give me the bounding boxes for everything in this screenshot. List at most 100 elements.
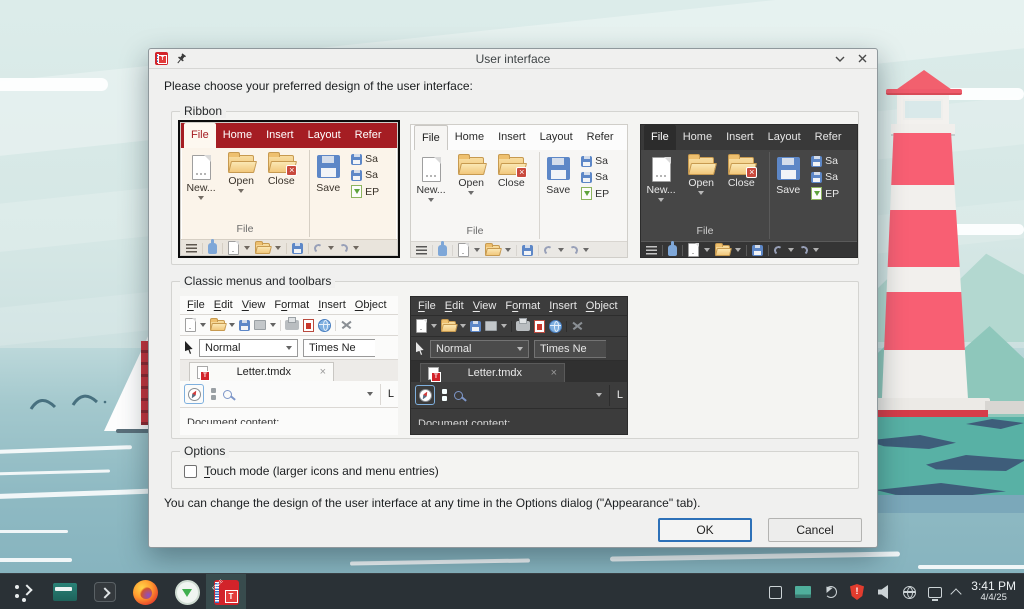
firefox-button[interactable] bbox=[126, 574, 164, 609]
dolphins bbox=[25, 385, 115, 415]
launcher-arrow-icon bbox=[21, 584, 32, 595]
menu-bar: FileEditViewFormatInsertObject bbox=[180, 296, 398, 315]
touch-mode-label: Touch mode (larger icons and menu entrie… bbox=[204, 464, 439, 478]
pdf-export-icon bbox=[303, 319, 314, 332]
lighthouse-window bbox=[903, 99, 943, 120]
preview-tab: File bbox=[184, 123, 216, 148]
dialog-titlebar[interactable]: User interface bbox=[149, 49, 877, 69]
desktop: User interface Please choose your prefer… bbox=[0, 0, 1024, 609]
volume-tray-item[interactable] bbox=[870, 574, 896, 609]
clock[interactable]: 3:41 PM 4/4/25 bbox=[971, 574, 1016, 609]
options-groupbox: Options Touch mode (larger icons and men… bbox=[171, 451, 859, 489]
redo-icon bbox=[798, 245, 808, 255]
sidebar-navigator-button bbox=[184, 384, 204, 404]
cursor-icon bbox=[185, 341, 194, 354]
shade-button[interactable] bbox=[831, 51, 849, 67]
speaker-icon bbox=[878, 585, 888, 599]
new-button-preview: New... bbox=[181, 148, 221, 223]
wave bbox=[0, 530, 68, 533]
menu-insert: Insert bbox=[549, 300, 577, 312]
dialog-intro-text: Please choose your preferred design of t… bbox=[164, 79, 473, 93]
document-tab: Letter.tmdx × bbox=[189, 362, 334, 381]
menu-format: Format bbox=[505, 300, 540, 312]
tab-close-icon: × bbox=[320, 367, 326, 378]
free-badge: FREE bbox=[211, 578, 224, 591]
file-manager-button[interactable] bbox=[46, 574, 84, 609]
clipboard-tray-item[interactable] bbox=[790, 574, 816, 609]
cancel-button[interactable]: Cancel bbox=[768, 518, 862, 542]
panel-list-icon bbox=[211, 388, 216, 400]
epub-icon bbox=[581, 187, 592, 200]
style-combobox: Normal bbox=[430, 340, 529, 358]
tray-expander[interactable] bbox=[946, 574, 966, 609]
new-document-icon bbox=[422, 157, 441, 182]
style-combobox: Normal bbox=[199, 339, 298, 357]
compass-icon bbox=[188, 388, 201, 401]
ribbon-preview-dark[interactable]: File Home Insert Layout Refer New... Ope… bbox=[640, 124, 858, 258]
close-folder-icon bbox=[498, 157, 524, 175]
export-icon bbox=[485, 321, 497, 331]
pin-icon[interactable] bbox=[172, 51, 190, 67]
save-icon bbox=[777, 157, 800, 180]
open-icon bbox=[255, 243, 270, 254]
menu-view: View bbox=[473, 300, 497, 312]
textmaker-icon: FREE bbox=[214, 580, 239, 605]
close-button[interactable] bbox=[853, 51, 871, 67]
ribbon-preview-colored[interactable]: File Home Insert Layout Refer New... Ope… bbox=[180, 122, 398, 256]
new-icon bbox=[688, 243, 699, 257]
hamburger-icon bbox=[416, 246, 427, 255]
touch-mode-checkbox[interactable] bbox=[184, 465, 197, 478]
open-folder-icon bbox=[228, 155, 254, 173]
redo-icon bbox=[338, 243, 348, 253]
classic-preview-light[interactable]: FileEditViewFormatInsertObject Normal bbox=[180, 296, 398, 435]
cut-pane-label: L bbox=[617, 389, 623, 401]
ribbon-group-label: Ribbon bbox=[180, 104, 226, 118]
download-icon bbox=[175, 580, 200, 605]
font-combobox: Times Ne bbox=[534, 340, 606, 358]
cloud bbox=[948, 224, 1024, 235]
monitor-icon bbox=[928, 587, 942, 598]
hamburger-icon bbox=[646, 246, 657, 255]
menu-view: View bbox=[242, 299, 266, 311]
print-icon bbox=[516, 321, 530, 331]
cut-pane-label: L bbox=[388, 388, 394, 400]
display-tray-item[interactable] bbox=[922, 574, 948, 609]
network-tray-item[interactable] bbox=[896, 574, 922, 609]
sailboat-hull bbox=[116, 429, 150, 433]
menu-file: File bbox=[418, 300, 436, 312]
open-icon bbox=[210, 320, 225, 331]
save-icon bbox=[752, 245, 763, 256]
app-launcher-button[interactable] bbox=[6, 574, 44, 609]
menu-file: File bbox=[187, 299, 205, 311]
new-icon bbox=[458, 243, 469, 257]
menu-object: Object bbox=[586, 300, 618, 312]
ribbon-preview-light[interactable]: File Home Insert Layout Refer New... Ope… bbox=[410, 124, 628, 258]
hamburger-icon bbox=[186, 244, 197, 253]
cursor-icon bbox=[416, 342, 425, 355]
security-tray-item[interactable] bbox=[844, 574, 870, 609]
textmaker-task-button[interactable]: FREE bbox=[206, 574, 246, 609]
terminal-button[interactable] bbox=[86, 574, 124, 609]
new-document-icon bbox=[652, 157, 671, 182]
save-as-icon bbox=[811, 156, 822, 167]
ok-button[interactable]: OK bbox=[658, 518, 752, 542]
virtual-desktop-pager[interactable] bbox=[762, 574, 788, 609]
firefox-icon bbox=[133, 580, 158, 605]
search-icon bbox=[223, 390, 232, 399]
undo-icon bbox=[773, 245, 783, 255]
textmaker-doc-icon bbox=[197, 366, 208, 379]
lighthouse-pier bbox=[985, 401, 1024, 414]
document-content-label: Document content: bbox=[418, 418, 627, 425]
undo-icon bbox=[313, 243, 323, 253]
open-icon bbox=[715, 245, 730, 256]
ribbon-groupbox: Ribbon File Home Insert Layout Refer New… bbox=[171, 111, 859, 265]
sidebar-navigator-button bbox=[415, 385, 435, 405]
lighthouse-gallery bbox=[891, 124, 955, 134]
chevron-up-icon bbox=[950, 588, 961, 599]
updates-tray-item[interactable] bbox=[818, 574, 844, 609]
software-updater-button[interactable] bbox=[168, 574, 206, 609]
new-icon bbox=[185, 318, 196, 332]
menu-insert: Insert bbox=[318, 299, 346, 311]
save-icon bbox=[292, 243, 303, 254]
classic-preview-dark[interactable]: FileEditViewFormatInsertObject Normal bbox=[410, 296, 628, 435]
